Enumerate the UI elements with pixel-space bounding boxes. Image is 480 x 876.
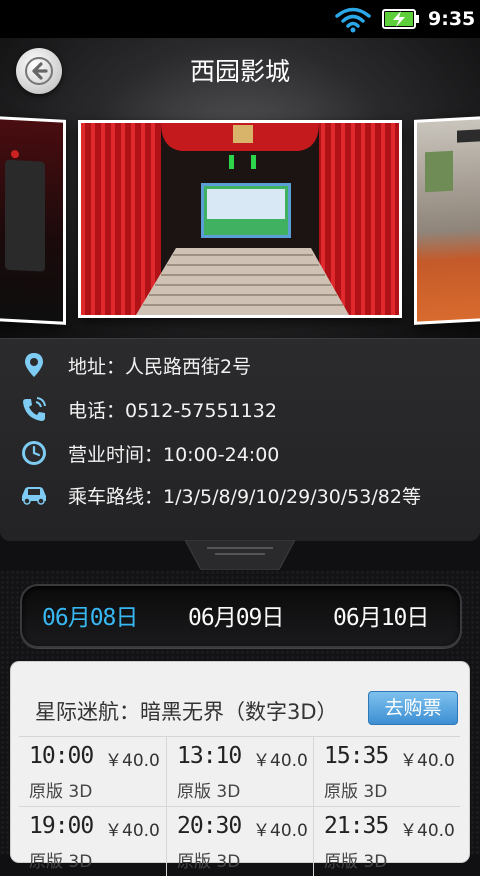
showtime-price: ￥40.0 [400, 821, 455, 841]
info-hours: 营业时间：10:00-24:00 [0, 433, 480, 473]
location-pin-icon [20, 351, 48, 379]
hours-text: 营业时间：10:00-24:00 [68, 443, 280, 466]
showtime-time: 10:00 [29, 743, 94, 769]
battery-charging-icon [382, 9, 419, 29]
cinema-photo-previous[interactable] [0, 116, 66, 325]
status-time: 9:35 [428, 8, 476, 30]
showtime-cell[interactable]: 21:35 ￥40.0 原版 3D [313, 806, 460, 876]
showtime-type: 原版 3D [29, 782, 93, 802]
date-tab-1[interactable]: 06月08日 [42, 598, 138, 632]
movie-card: 星际迷航：暗黑无界（数字3D） 去购票 10:00 ￥40.0 原版 3D 13… [11, 662, 469, 876]
showtime-cell[interactable]: 20:30 ￥40.0 原版 3D [166, 806, 313, 876]
status-bar: 9:35 [0, 0, 480, 38]
phone-text: 电话：0512-57551132 [68, 399, 277, 422]
cinema-header: 西园影城 [0, 38, 480, 338]
showtime-grid: 10:00 ￥40.0 原版 3D 13:10 ￥40.0 原版 3D 15:3… [19, 736, 461, 876]
wifi-icon [335, 7, 371, 33]
showtime-time: 19:00 [29, 813, 94, 839]
showtime-cell[interactable]: 10:00 ￥40.0 原版 3D [19, 736, 166, 806]
info-phone[interactable]: 电话：0512-57551132 [0, 389, 480, 429]
phone-icon [20, 395, 48, 423]
showtime-type: 原版 3D [324, 782, 388, 802]
info-route: 乘车路线：1/3/5/8/9/10/29/30/53/82等 [0, 475, 480, 515]
showtime-time: 13:10 [177, 743, 242, 769]
cinema-photo-next[interactable] [414, 116, 480, 325]
car-icon [20, 481, 48, 509]
cinema-info-panel: 地址：人民路西街2号 电话：0512-57551132 营业时间：10:00-2… [0, 338, 480, 541]
showtime-type: 原版 3D [324, 852, 388, 872]
showtime-time: 15:35 [324, 743, 389, 769]
cinema-hall-image [81, 123, 399, 315]
showtime-type: 原版 3D [29, 852, 93, 872]
showtime-time: 20:30 [177, 813, 242, 839]
showtime-cell[interactable]: 13:10 ￥40.0 原版 3D [166, 736, 313, 806]
movie-title: 星际迷航：暗黑无界（数字3D） [35, 700, 338, 724]
showtime-type: 原版 3D [177, 782, 241, 802]
showtime-price: ￥40.0 [400, 751, 455, 771]
page-title: 西园影城 [189, 57, 290, 86]
date-tab-3[interactable]: 06月10日 [333, 598, 429, 632]
route-text: 乘车路线：1/3/5/8/9/10/29/30/53/82等 [68, 485, 421, 508]
showtime-price: ￥40.0 [105, 821, 160, 841]
buy-ticket-button[interactable]: 去购票 [368, 691, 458, 725]
showtime-type: 原版 3D [177, 852, 241, 872]
panel-collapse-handle[interactable] [185, 540, 295, 570]
showtime-cell[interactable]: 19:00 ￥40.0 原版 3D [19, 806, 166, 876]
address-text: 地址：人民路西街2号 [68, 355, 252, 378]
showtime-time: 21:35 [324, 813, 389, 839]
showtime-price: ￥40.0 [105, 751, 160, 771]
showtime-price: ￥40.0 [253, 751, 308, 771]
date-tab-2[interactable]: 06月09日 [188, 598, 284, 632]
cinema-photo-current[interactable] [78, 120, 402, 318]
date-selector: 06月08日 06月09日 06月10日 [20, 584, 462, 648]
info-address: 地址：人民路西街2号 [0, 345, 480, 385]
showtime-cell[interactable]: 15:35 ￥40.0 原版 3D [313, 736, 460, 806]
clock-icon [20, 439, 48, 467]
showtime-price: ￥40.0 [253, 821, 308, 841]
